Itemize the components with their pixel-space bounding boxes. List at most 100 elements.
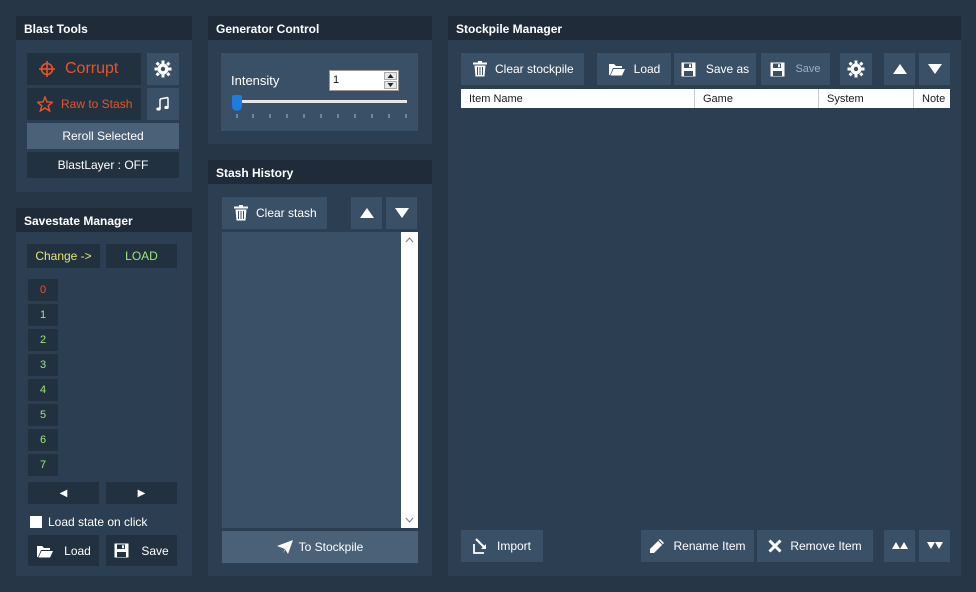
slot-label: 3 [39,359,47,371]
stockpile-move-up-button[interactable] [884,53,915,85]
load-mode-label: LOAD [125,249,158,263]
triangle-up-icon [359,208,374,218]
stockpile-save-as-button[interactable]: Save as [674,53,756,85]
triangle-down-icon [394,208,409,218]
column-system[interactable]: System [819,89,914,108]
stockpile-save-as-label: Save as [705,62,750,76]
stockpile-move-down-button[interactable] [919,53,950,85]
stockpile-load-button[interactable]: Load [597,53,671,85]
stockpile-table-body[interactable] [461,108,950,518]
savestate-slot-1[interactable]: 1 [28,304,58,326]
folder-icon [608,62,626,76]
left-arrow-icon: ◀ [59,487,68,499]
savestate-slot-2[interactable]: 2 [28,329,58,351]
slot-label: 2 [39,334,47,346]
corrupt-button[interactable]: Corrupt [27,53,141,85]
stash-scrollbar[interactable] [401,232,418,528]
blast-tools-title: Blast Tools [16,16,192,40]
load-mode-indicator[interactable]: LOAD [106,244,177,268]
savestate-save-button[interactable]: Save [106,535,177,566]
gear-icon [154,60,172,78]
right-arrow-icon: ▶ [137,487,146,499]
remove-item-button[interactable]: Remove Item [757,530,873,562]
import-button[interactable]: Import [461,530,543,562]
savestate-slot-7[interactable]: 7 [28,454,58,476]
change-mode-button[interactable]: Change -> [27,244,100,268]
pencil-icon [649,538,665,554]
stockpile-settings-button[interactable] [840,53,872,85]
savestate-next-button[interactable]: ▶ [106,482,177,504]
column-note[interactable]: Note [914,89,950,108]
import-label: Import [496,539,531,553]
savestate-slot-5[interactable]: 5 [28,404,58,426]
double-up-icon [891,542,908,550]
rename-item-button[interactable]: Rename Item [641,530,754,562]
intensity-slider-thumb[interactable] [232,95,242,111]
reroll-selected-button[interactable]: Reroll Selected [27,123,179,149]
floppy-icon [114,543,129,558]
savestate-slot-0[interactable]: 0 [28,279,58,301]
crosshair-icon [39,61,55,77]
move-to-top-button[interactable] [884,530,915,562]
raw-to-stash-button[interactable]: Raw to Stash [27,88,141,120]
reroll-selected-label: Reroll Selected [62,129,144,143]
send-icon [276,540,293,554]
music-button[interactable] [147,88,179,120]
savestate-slot-4[interactable]: 4 [28,379,58,401]
spin-up-button[interactable] [384,72,397,80]
savestate-load-label: Load [64,543,91,558]
savestate-slot-6[interactable]: 6 [28,429,58,451]
clear-stash-button[interactable]: Clear stash [222,197,327,229]
gear-icon [847,60,865,78]
savestate-prev-button[interactable]: ◀ [28,482,99,504]
move-to-bottom-button[interactable] [919,530,950,562]
stockpile-save-button[interactable]: Save [761,53,830,85]
music-note-icon [155,96,171,112]
column-item-name[interactable]: Item Name [461,89,695,108]
stockpile-table-header: Item Name Game System Note [461,89,950,108]
blast-settings-button[interactable] [147,53,179,85]
spin-down-button[interactable] [384,81,397,89]
floppy-icon [681,62,696,77]
intensity-input[interactable]: 1 [329,70,399,91]
blast-tools-panel: Blast Tools Corrupt Raw to Stash Reroll … [16,16,192,192]
stockpile-manager-panel: Stockpile Manager Clear stockpile Load S… [448,16,961,576]
rename-item-label: Rename Item [673,539,746,553]
blastlayer-toggle[interactable]: BlastLayer : OFF [27,152,179,178]
stockpile-load-label: Load [633,62,661,76]
trash-icon [473,61,487,77]
intensity-slider-track[interactable] [236,100,407,103]
raw-to-stash-label: Raw to Stash [61,97,133,111]
intensity-group [221,53,418,131]
stockpile-save-label: Save [795,63,821,75]
folder-icon [36,544,54,558]
triangle-up-icon [892,64,907,74]
blastlayer-label: BlastLayer : OFF [57,158,149,172]
savestate-slot-3[interactable]: 3 [28,354,58,376]
slot-label: 6 [39,434,47,446]
triangle-down-icon [927,64,942,74]
intensity-label: Intensity [231,73,280,88]
to-stockpile-label: To Stockpile [298,540,364,554]
slot-label: 7 [39,459,47,471]
stash-history-title: Stash History [208,160,432,184]
floppy-icon [770,62,785,77]
to-stockpile-button[interactable]: To Stockpile [222,531,418,563]
stockpile-manager-title: Stockpile Manager [448,16,961,40]
stash-list[interactable] [222,232,418,528]
slot-label: 0 [39,284,47,296]
stash-move-down-button[interactable] [386,197,417,229]
remove-item-label: Remove Item [790,539,862,553]
savestate-load-button[interactable]: Load [28,535,99,566]
close-icon [768,539,782,553]
stash-move-up-button[interactable] [351,197,382,229]
savestate-save-label: Save [141,543,169,558]
column-game[interactable]: Game [695,89,819,108]
clear-stockpile-label: Clear stockpile [495,62,574,76]
load-on-click-checkbox[interactable] [30,516,42,528]
clear-stash-label: Clear stash [256,206,317,220]
clear-stockpile-button[interactable]: Clear stockpile [461,53,584,85]
import-icon [473,538,489,554]
slot-label: 1 [39,309,47,321]
slider-ticks [236,114,407,118]
